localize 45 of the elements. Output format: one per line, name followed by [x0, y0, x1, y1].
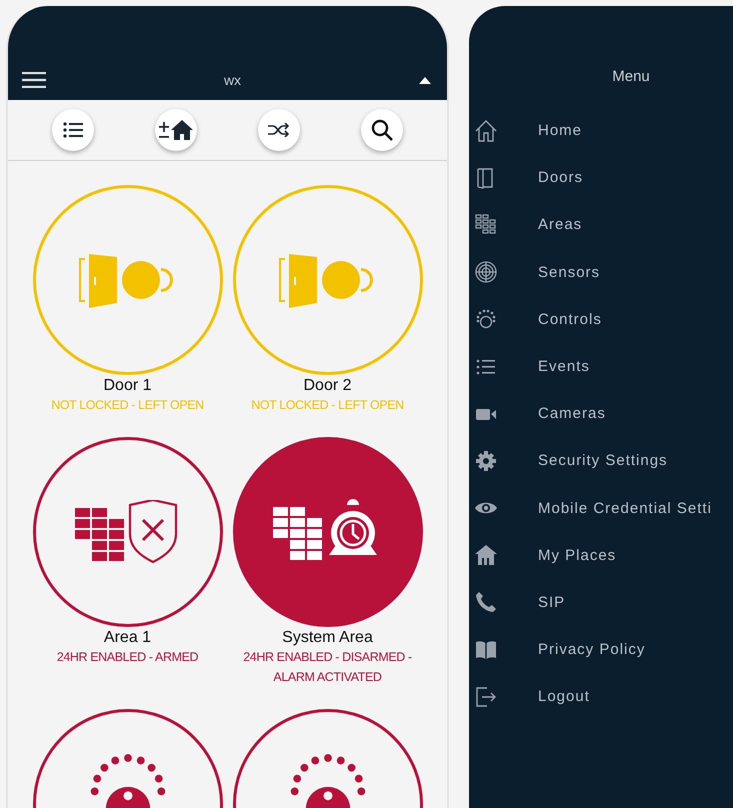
- menu-item[interactable]: Events: [538, 358, 590, 376]
- tile-name: Area 1: [104, 629, 152, 647]
- tile-status: 24HR ENABLED - DISARMED - ALARM ACTIVATED: [242, 649, 413, 686]
- search-icon: [370, 119, 393, 141]
- add-home-button[interactable]: [155, 109, 198, 151]
- menu-item[interactable]: Doors: [538, 169, 584, 186]
- area-tile[interactable]: [32, 437, 222, 627]
- tile-name: System Area: [282, 629, 373, 647]
- menu-item[interactable]: My Places: [538, 546, 616, 564]
- controls-icon: [475, 308, 497, 330]
- menu-item[interactable]: Logout: [538, 688, 590, 706]
- menu-item[interactable]: Home: [538, 122, 582, 140]
- tile-status: 24HR ENABLED - ARMED: [56, 649, 198, 666]
- tile-name: Door 1: [103, 377, 152, 395]
- menu-item[interactable]: Cameras: [538, 405, 606, 422]
- shuffle-icon: [268, 123, 290, 137]
- home-icon: [475, 120, 497, 142]
- menu-item[interactable]: SIP: [538, 594, 566, 611]
- menu-item[interactable]: Sensors: [538, 264, 600, 281]
- menu-title: Menu: [611, 68, 651, 85]
- menu-item[interactable]: Privacy Policy: [538, 641, 646, 658]
- caret-icon[interactable]: [419, 77, 431, 84]
- tile-status: NOT LOCKED - LEFT OPEN: [51, 397, 204, 414]
- logout-icon: [475, 686, 497, 708]
- search-button[interactable]: [360, 109, 403, 151]
- menu-item[interactable]: Controls: [538, 310, 602, 328]
- menu-item[interactable]: Security Settings: [538, 452, 668, 470]
- places-icon: [475, 544, 497, 566]
- settings-icon: [475, 450, 497, 472]
- app-title: wx: [224, 72, 242, 88]
- door-tile[interactable]: [32, 185, 222, 375]
- menu-item[interactable]: Mobile Credential Setti: [538, 500, 712, 517]
- shuffle-button[interactable]: [258, 109, 300, 151]
- menu-button[interactable]: [22, 72, 46, 88]
- phone-icon: [475, 591, 497, 614]
- list-icon: [63, 122, 84, 138]
- tile-status: NOT LOCKED - LEFT OPEN: [251, 397, 404, 414]
- book-icon: [475, 638, 497, 661]
- sensors-icon: [475, 261, 497, 284]
- areas-icon: [475, 214, 497, 236]
- door-tile[interactable]: [232, 185, 422, 375]
- menu-item[interactable]: Areas: [538, 216, 582, 234]
- tile-name: Door 2: [303, 377, 352, 395]
- plus-minus-house-icon: [159, 120, 194, 140]
- list-button[interactable]: [52, 109, 94, 151]
